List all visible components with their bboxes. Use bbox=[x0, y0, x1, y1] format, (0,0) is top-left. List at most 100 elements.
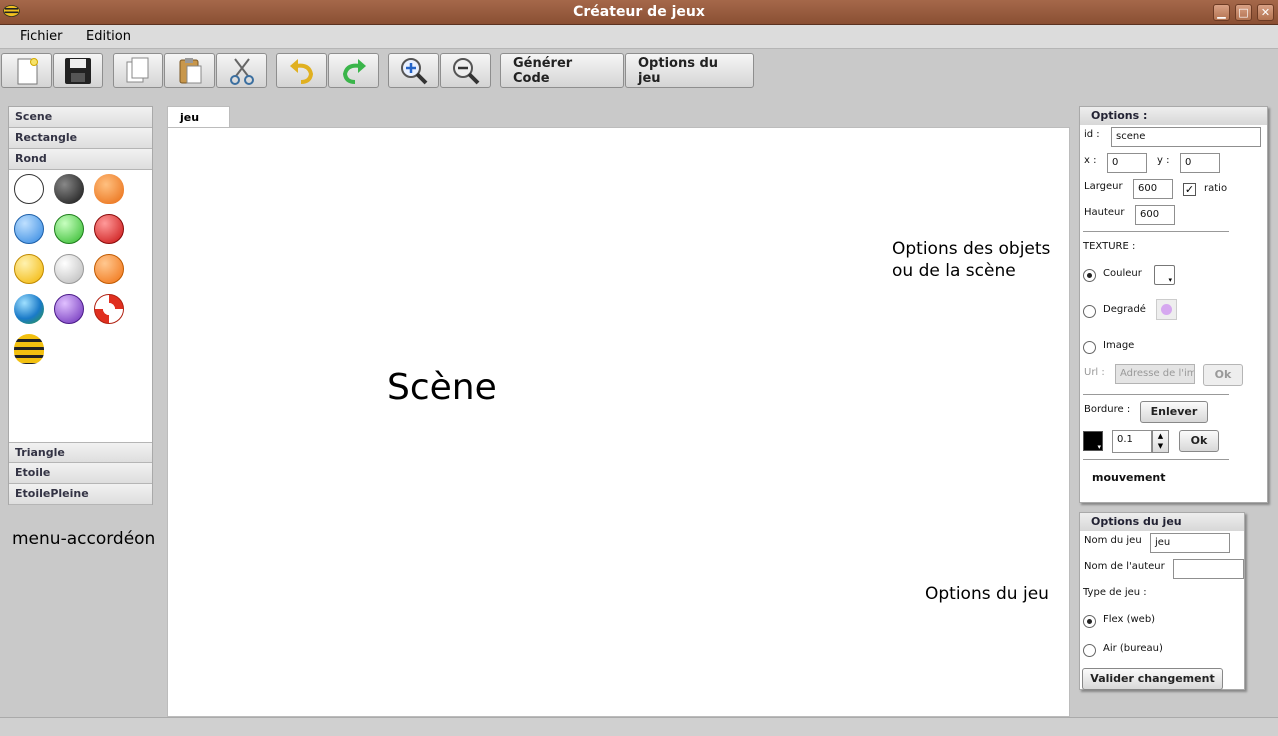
redo-icon bbox=[342, 58, 366, 84]
border-ok-button[interactable]: Ok bbox=[1179, 430, 1219, 452]
lifebuoy-shape[interactable] bbox=[94, 294, 124, 324]
new-button[interactable] bbox=[1, 53, 52, 88]
ratio-label: ratio bbox=[1204, 183, 1228, 194]
stepper-down-icon[interactable]: ▼ bbox=[1153, 441, 1168, 451]
texture-label: TEXTURE : bbox=[1083, 241, 1136, 252]
tab-jeu[interactable]: jeu bbox=[167, 106, 230, 128]
flex-label: Flex (web) bbox=[1103, 614, 1156, 625]
menu-accordeon-annotation: menu-accordéon bbox=[12, 529, 156, 549]
id-input[interactable]: scene bbox=[1111, 127, 1261, 147]
menu-edition[interactable]: Edition bbox=[86, 29, 131, 44]
orange-circle-shape[interactable] bbox=[94, 254, 124, 284]
new-file-icon bbox=[17, 57, 38, 84]
flex-radio[interactable] bbox=[1083, 615, 1096, 628]
hauteur-input[interactable]: 600 bbox=[1135, 205, 1175, 225]
scene-canvas[interactable] bbox=[167, 127, 1070, 717]
accordion-etoile-pleine[interactable]: EtoilePleine bbox=[9, 484, 152, 505]
accordion-etoile[interactable]: Etoile bbox=[9, 463, 152, 484]
generate-code-button[interactable]: Générer Code bbox=[500, 53, 624, 88]
bee-shape[interactable] bbox=[14, 334, 44, 364]
enlever-button[interactable]: Enlever bbox=[1140, 401, 1208, 423]
menu-fichier[interactable]: Fichier bbox=[20, 29, 63, 44]
options-panel: Options : id : scene x : 0 y : 0 Largeur… bbox=[1079, 106, 1268, 503]
options-header: Options : bbox=[1080, 107, 1267, 125]
minimize-button[interactable]: ▁ bbox=[1213, 4, 1230, 21]
separator bbox=[1083, 394, 1229, 395]
zoom-in-button[interactable] bbox=[388, 53, 439, 88]
globe-shape[interactable] bbox=[14, 294, 44, 324]
image-radio[interactable] bbox=[1083, 341, 1096, 354]
redo-button[interactable] bbox=[328, 53, 379, 88]
green-circle-shape[interactable] bbox=[54, 214, 84, 244]
paste-icon bbox=[179, 57, 201, 83]
status-bar bbox=[0, 717, 1278, 736]
accordion-triangle[interactable]: Triangle bbox=[9, 442, 152, 463]
valider-changement-button[interactable]: Valider changement bbox=[1082, 668, 1223, 690]
save-icon bbox=[65, 57, 91, 84]
degrade-radio[interactable] bbox=[1083, 305, 1096, 318]
url-input[interactable]: Adresse de l'im bbox=[1115, 364, 1195, 384]
paste-button[interactable] bbox=[164, 53, 215, 88]
x-input[interactable]: 0 bbox=[1107, 153, 1147, 173]
separator bbox=[1083, 459, 1229, 460]
piggy-bank-shape[interactable] bbox=[94, 174, 124, 204]
largeur-label: Largeur bbox=[1084, 181, 1123, 192]
id-label: id : bbox=[1084, 129, 1100, 140]
zoom-out-icon bbox=[452, 57, 479, 84]
separator bbox=[1083, 231, 1229, 232]
silver-circle-shape[interactable] bbox=[54, 254, 84, 284]
cut-button[interactable] bbox=[216, 53, 267, 88]
air-label: Air (bureau) bbox=[1103, 643, 1163, 654]
window-title: Créateur de jeux bbox=[573, 4, 705, 20]
gradient-picker[interactable] bbox=[1156, 299, 1177, 320]
copy-icon bbox=[126, 57, 149, 82]
bordure-label: Bordure : bbox=[1084, 404, 1131, 415]
options-jeu-annotation: Options du jeu bbox=[925, 584, 1049, 604]
yellow-circle-shape[interactable] bbox=[14, 254, 44, 284]
nom-jeu-input[interactable]: jeu bbox=[1150, 533, 1230, 553]
dropdown-arrow-icon: ▾ bbox=[1168, 276, 1172, 284]
accordion-rond[interactable]: Rond bbox=[9, 149, 152, 170]
stepper-up-icon[interactable]: ▲ bbox=[1153, 431, 1168, 441]
bomb-shape[interactable] bbox=[54, 174, 84, 204]
accordion-rectangle[interactable]: Rectangle bbox=[9, 128, 152, 149]
cut-icon bbox=[229, 57, 254, 85]
couleur-radio[interactable] bbox=[1083, 269, 1096, 282]
air-radio[interactable] bbox=[1083, 644, 1096, 657]
close-button[interactable]: ✕ bbox=[1257, 4, 1274, 21]
degrade-label: Degradé bbox=[1103, 304, 1146, 315]
shapes-accordion: Scene Rectangle Rond Triangle Etoile Eto… bbox=[8, 106, 153, 505]
scene-annotation: Scène bbox=[387, 367, 497, 408]
zoom-out-button[interactable] bbox=[440, 53, 491, 88]
color-picker[interactable]: ▾ bbox=[1154, 265, 1175, 285]
y-input[interactable]: 0 bbox=[1180, 153, 1220, 173]
undo-button[interactable] bbox=[276, 53, 327, 88]
options-objets-annotation-line2: ou de la scène bbox=[892, 261, 1016, 281]
copy-button[interactable] bbox=[113, 53, 163, 88]
blue-circle-shape[interactable] bbox=[14, 214, 44, 244]
game-options-button[interactable]: Options du jeu bbox=[625, 53, 754, 88]
url-ok-button[interactable]: Ok bbox=[1203, 364, 1243, 386]
image-label: Image bbox=[1103, 340, 1135, 351]
couleur-label: Couleur bbox=[1103, 268, 1142, 279]
border-width-stepper[interactable]: ▲ ▼ bbox=[1152, 430, 1169, 453]
mouvement-label[interactable]: mouvement bbox=[1092, 471, 1166, 484]
game-options-panel: Options du jeu Nom du jeu jeu Nom de l'a… bbox=[1079, 512, 1245, 690]
accordion-scene[interactable]: Scene bbox=[9, 107, 152, 128]
menu-bar: Fichier Edition bbox=[0, 25, 1278, 49]
nom-auteur-input[interactable] bbox=[1173, 559, 1244, 579]
x-label: x : bbox=[1084, 155, 1097, 166]
dropdown-arrow-icon: ▾ bbox=[1097, 443, 1101, 451]
white-circle-shape[interactable] bbox=[14, 174, 44, 204]
purple-orb-shape[interactable] bbox=[54, 294, 84, 324]
border-color-picker[interactable]: ▾ bbox=[1083, 431, 1103, 451]
maximize-button[interactable]: □ bbox=[1235, 4, 1252, 21]
border-width-input[interactable]: 0.1 bbox=[1112, 430, 1152, 453]
ratio-checkbox[interactable]: ✓ bbox=[1183, 183, 1196, 196]
undo-icon bbox=[289, 58, 313, 84]
save-button[interactable] bbox=[53, 53, 103, 88]
title-bar: Créateur de jeux ▁ □ ✕ bbox=[0, 0, 1278, 25]
largeur-input[interactable]: 600 bbox=[1133, 179, 1173, 199]
red-circle-shape[interactable] bbox=[94, 214, 124, 244]
nom-auteur-label: Nom de l'auteur bbox=[1084, 561, 1165, 572]
